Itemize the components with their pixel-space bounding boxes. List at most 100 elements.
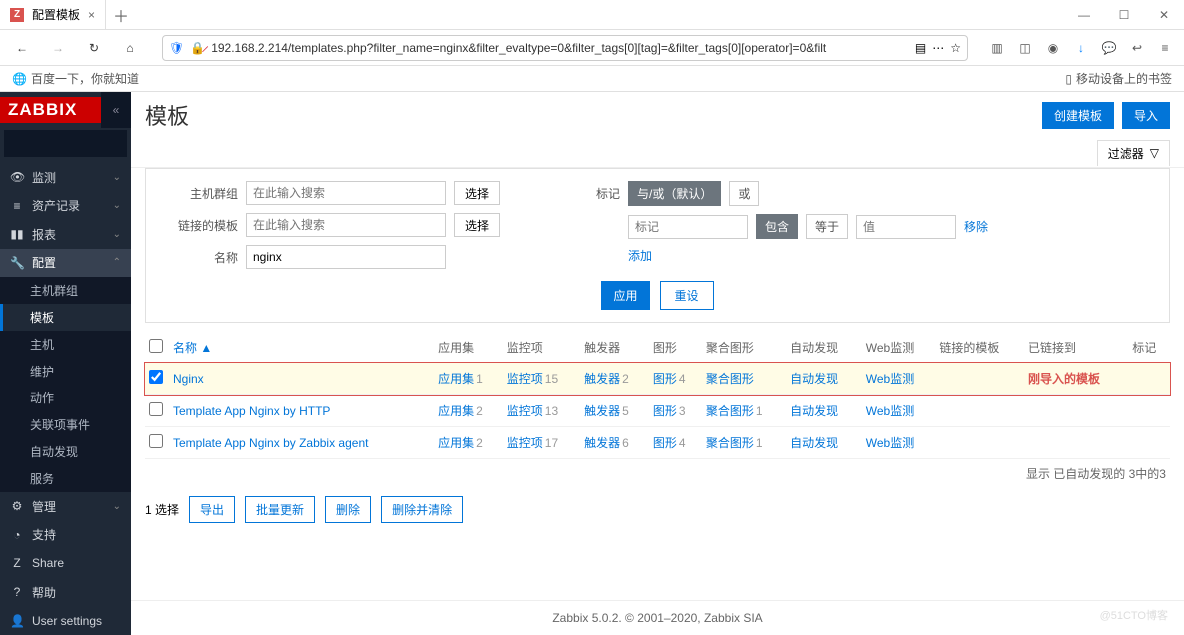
filter-icon: ▽ — [1150, 146, 1159, 160]
or-button[interactable]: 或 — [729, 181, 759, 206]
sub-maintenance[interactable]: 维护 — [0, 358, 131, 385]
back-button[interactable]: ← — [10, 36, 34, 60]
more-url-icon[interactable]: ⋯ — [932, 41, 944, 55]
filter-tab[interactable]: 过滤器▽ — [1097, 140, 1170, 166]
sub-actions[interactable]: 动作 — [0, 385, 131, 412]
items-link[interactable]: 监控项 — [507, 372, 543, 386]
nav-user-settings[interactable]: 👤User settings — [0, 606, 131, 635]
web-link[interactable]: Web监测 — [866, 404, 914, 418]
delete-button[interactable]: 删除 — [325, 496, 371, 523]
screens-link[interactable]: 聚合图形 — [706, 372, 754, 386]
select-all-checkbox[interactable] — [149, 339, 163, 353]
triggers-link[interactable]: 触发器 — [584, 404, 620, 418]
sub-services[interactable]: 服务 — [0, 465, 131, 492]
graphs-link[interactable]: 图形 — [653, 404, 677, 418]
discovery-link[interactable]: 自动发现 — [790, 404, 838, 418]
bookmark-star-icon[interactable]: ☆ — [950, 41, 961, 55]
nav-support[interactable]: ◔支持 — [0, 521, 131, 550]
nav-inventory[interactable]: ≡资产记录⌄ — [0, 191, 131, 220]
apply-button[interactable]: 应用 — [601, 281, 649, 310]
browser-tab[interactable]: Z 配置模板 × — [0, 0, 106, 29]
sub-discovery[interactable]: 自动发现 — [0, 438, 131, 465]
bulk-update-button[interactable]: 批量更新 — [245, 496, 315, 523]
screens-link[interactable]: 聚合图形 — [706, 404, 754, 418]
sub-hosts[interactable]: 主机 — [0, 331, 131, 358]
reader-icon[interactable]: ▤ — [915, 41, 926, 55]
apps-link[interactable]: 应用集 — [438, 404, 474, 418]
nav-monitoring[interactable]: 👁监测⌄ — [0, 163, 131, 192]
remove-tag-link[interactable]: 移除 — [964, 218, 988, 235]
import-button[interactable]: 导入 — [1122, 102, 1170, 129]
template-name-link[interactable]: Nginx — [173, 372, 204, 386]
and-or-button[interactable]: 与/或（默认） — [628, 181, 721, 206]
zabbix-logo[interactable]: ZABBIX — [0, 97, 101, 123]
linked-tpl-input[interactable] — [246, 213, 446, 237]
contains-button[interactable]: 包含 — [756, 214, 798, 239]
row-checkbox[interactable] — [149, 434, 163, 448]
sidebar-search[interactable]: 🔍 — [4, 130, 127, 157]
nav-admin[interactable]: ⚙管理⌄ — [0, 492, 131, 521]
sub-templates[interactable]: 模板 — [0, 304, 131, 331]
apps-link[interactable]: 应用集 — [438, 436, 474, 450]
linked-tpl-select[interactable]: 选择 — [454, 213, 500, 237]
nav-share[interactable]: ZShare — [0, 549, 131, 578]
reload-button[interactable]: ↻ — [82, 36, 106, 60]
create-template-button[interactable]: 创建模板 — [1042, 102, 1114, 129]
triggers-link[interactable]: 触发器 — [584, 436, 620, 450]
nav-help[interactable]: ?帮助 — [0, 578, 131, 607]
bookmark-mobile[interactable]: ▯移动设备上的书签 — [1065, 70, 1172, 87]
row-checkbox[interactable] — [149, 370, 163, 384]
web-link[interactable]: Web监测 — [866, 372, 914, 386]
home-button[interactable]: ⌂ — [118, 36, 142, 60]
new-tab-button[interactable]: ＋ — [106, 3, 136, 27]
template-name-link[interactable]: Template App Nginx by Zabbix agent — [173, 436, 368, 450]
sub-host-groups[interactable]: 主机群组 — [0, 277, 131, 304]
delete-clear-button[interactable]: 删除并清除 — [381, 496, 463, 523]
name-input[interactable] — [246, 245, 446, 269]
reset-button[interactable]: 重设 — [660, 281, 714, 310]
close-tab-icon[interactable]: × — [88, 8, 95, 22]
discovery-link[interactable]: 自动发现 — [790, 372, 838, 386]
chat-icon[interactable]: 💬 — [1100, 41, 1118, 55]
nav-configuration[interactable]: 🔧配置⌃ — [0, 249, 131, 278]
download-icon[interactable]: ↓ — [1072, 41, 1090, 55]
menu-icon[interactable]: ≡ — [1156, 41, 1174, 55]
web-link[interactable]: Web监测 — [866, 436, 914, 450]
sub-correlation[interactable]: 关联项事件 — [0, 411, 131, 438]
url-bar[interactable]: 🛡 🔒̷ 192.168.2.214/templates.php?filter_… — [162, 35, 968, 61]
export-button[interactable]: 导出 — [189, 496, 235, 523]
account-icon[interactable]: ◉ — [1044, 41, 1062, 55]
add-tag-link[interactable]: 添加 — [628, 247, 652, 264]
template-name-link[interactable]: Template App Nginx by HTTP — [173, 404, 330, 418]
graphs-link[interactable]: 图形 — [653, 372, 677, 386]
discovery-link[interactable]: 自动发现 — [790, 436, 838, 450]
page-title: 模板 — [145, 99, 189, 131]
forward-button[interactable]: → — [46, 36, 70, 60]
tag-input[interactable] — [628, 215, 748, 239]
import-annotation: 刚导入的模板 — [1028, 372, 1100, 386]
apps-link[interactable]: 应用集 — [438, 372, 474, 386]
table-row: Template App Nginx by HTTP应用集2监控项13触发器5图… — [145, 395, 1170, 427]
value-input[interactable] — [856, 215, 956, 239]
window-close[interactable]: ✕ — [1144, 0, 1184, 30]
window-maximize[interactable]: ☐ — [1104, 0, 1144, 30]
nav-reports[interactable]: ▮▮报表⌄ — [0, 220, 131, 249]
row-checkbox[interactable] — [149, 402, 163, 416]
graphs-link[interactable]: 图形 — [653, 436, 677, 450]
library-icon[interactable]: ▥ — [988, 41, 1006, 55]
host-group-select[interactable]: 选择 — [454, 181, 500, 205]
items-link[interactable]: 监控项 — [507, 436, 543, 450]
collapse-sidebar-icon[interactable]: « — [101, 92, 131, 128]
share-icon[interactable]: ↩ — [1128, 41, 1146, 55]
equals-button[interactable]: 等于 — [806, 214, 848, 239]
triggers-link[interactable]: 触发器 — [584, 372, 620, 386]
window-minimize[interactable]: — — [1064, 0, 1104, 30]
col-name[interactable]: 名称 ▲ — [169, 333, 434, 363]
host-group-input[interactable] — [246, 181, 446, 205]
screens-link[interactable]: 聚合图形 — [706, 436, 754, 450]
bookmark-baidu[interactable]: 🌐百度一下，你就知道 — [12, 70, 139, 87]
items-link[interactable]: 监控项 — [507, 404, 543, 418]
help-icon: ? — [10, 585, 24, 599]
col-screens: 聚合图形 — [702, 333, 786, 363]
sidebar-icon[interactable]: ◫ — [1016, 41, 1034, 55]
